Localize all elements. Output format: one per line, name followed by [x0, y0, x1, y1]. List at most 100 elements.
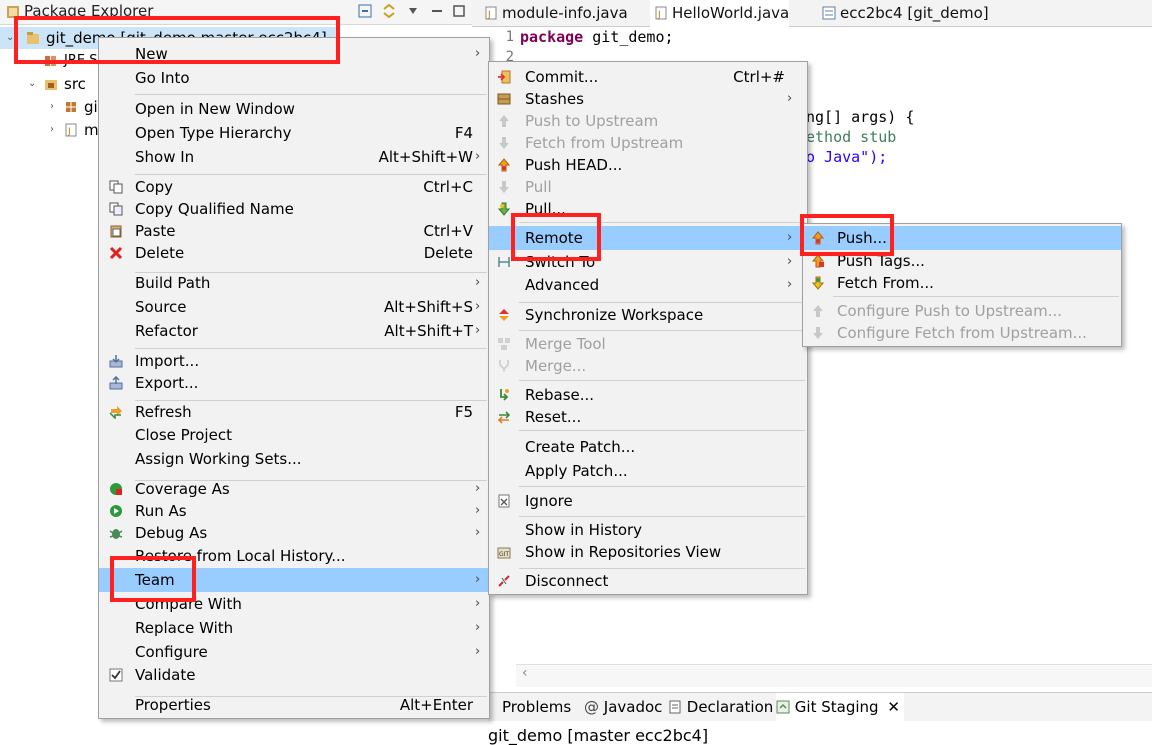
tab-commit[interactable]: ecc2bc4 [git_demo]	[818, 0, 989, 26]
tab-label: Javadoc	[603, 698, 663, 716]
team-item-rebase[interactable]: Rebase...	[489, 384, 807, 406]
collapse-all-icon[interactable]	[358, 4, 372, 18]
menu-item-run-as[interactable]: Run As ›	[99, 500, 489, 522]
package-label: gi	[84, 98, 98, 116]
menu-item-assign-working-sets[interactable]: Assign Working Sets...	[99, 448, 489, 470]
team-item-pull[interactable]: Pull	[489, 176, 807, 198]
menu-item-replace-with[interactable]: Replace With ›	[99, 617, 489, 639]
synchronize-icon	[499, 309, 509, 321]
remote-item-configure-fetch[interactable]: Configure Fetch from Upstream...	[803, 322, 1121, 344]
tab-module-info[interactable]: J module-info.java	[480, 0, 628, 26]
tab-javadoc[interactable]: @ Javadoc	[584, 693, 662, 721]
team-item-disconnect[interactable]: Disconnect	[489, 570, 807, 592]
team-item-merge[interactable]: Merge...	[489, 355, 807, 377]
tab-label: Git Staging	[794, 698, 879, 716]
pull-icon	[497, 202, 511, 216]
copy-icon	[109, 180, 123, 194]
merge-tool-icon	[498, 338, 510, 350]
team-item-push-head[interactable]: Push HEAD...	[489, 154, 807, 176]
team-item-push-upstream[interactable]: Push to Upstream	[489, 110, 807, 132]
menu-label: Merge...	[525, 357, 587, 375]
menu-shortcut: Ctrl+C	[423, 178, 473, 196]
java-file-icon: J	[65, 123, 77, 137]
submenu-arrow-icon: ›	[475, 644, 481, 659]
editor-hscrollbar[interactable]: ‹	[516, 664, 1152, 687]
tree-row-src[interactable]: ⌄ src	[0, 73, 100, 95]
menu-item-debug-as[interactable]: Debug As ›	[99, 522, 489, 544]
menu-label: Refactor	[135, 322, 198, 340]
team-item-commit[interactable]: Commit... Ctrl+#	[489, 66, 807, 88]
menu-label: Copy	[135, 178, 174, 196]
scroll-left-icon[interactable]: ‹	[522, 665, 528, 681]
menu-item-go-into[interactable]: Go Into	[99, 67, 489, 89]
menu-item-build-path[interactable]: Build Path ›	[99, 272, 489, 294]
tree-row-module[interactable]: › J m	[0, 119, 100, 141]
minimize-icon[interactable]	[430, 4, 444, 18]
tree-row-package[interactable]: › gi	[0, 96, 100, 118]
menu-label: Paste	[135, 222, 176, 240]
team-item-merge-tool[interactable]: Merge Tool	[489, 333, 807, 355]
menu-item-paste[interactable]: Paste Ctrl+V	[99, 220, 489, 242]
code-comment: ethod stub	[806, 128, 897, 146]
submenu-arrow-icon: ›	[475, 572, 481, 587]
menu-item-copy[interactable]: Copy Ctrl+C	[99, 176, 489, 198]
menu-item-close-project[interactable]: Close Project	[99, 424, 489, 446]
tab-declaration[interactable]: Declaration	[668, 693, 773, 721]
menu-label: Fetch From...	[837, 274, 934, 292]
collapse-arrow-icon[interactable]: ›	[50, 96, 60, 118]
menu-shortcut: F5	[454, 403, 473, 421]
view-menu-icon[interactable]	[406, 4, 420, 18]
menu-separator	[519, 486, 805, 487]
merge-icon	[499, 360, 509, 372]
tab-git-staging[interactable]: Git Staging ✕	[776, 693, 904, 721]
menu-item-configure[interactable]: Configure ›	[99, 641, 489, 663]
team-item-advanced[interactable]: Advanced ›	[489, 274, 807, 296]
team-item-show-history[interactable]: Show in History	[489, 519, 807, 541]
menu-item-open-new-window[interactable]: Open in New Window	[99, 98, 489, 120]
menu-label: Validate	[135, 666, 196, 684]
menu-item-import[interactable]: Import...	[99, 350, 489, 372]
svg-text:J: J	[657, 10, 661, 20]
tab-problems[interactable]: Problems	[502, 693, 571, 721]
team-item-fetch-upstream[interactable]: Fetch from Upstream	[489, 132, 807, 154]
team-item-apply-patch[interactable]: Apply Patch...	[489, 460, 807, 482]
team-item-stashes[interactable]: Stashes ›	[489, 88, 807, 110]
menu-item-validate[interactable]: Validate	[99, 664, 489, 686]
menu-separator	[519, 380, 805, 381]
team-submenu: Commit... Ctrl+# Stashes › Push to Upstrea…	[488, 61, 808, 595]
pull-icon	[499, 181, 509, 193]
menu-item-delete[interactable]: Delete Delete	[99, 242, 489, 264]
maximize-icon[interactable]	[452, 4, 466, 18]
ignore-icon	[498, 494, 510, 508]
remote-item-fetch-from[interactable]: Fetch From...	[803, 272, 1121, 294]
remote-item-configure-push[interactable]: Configure Push to Upstream...	[803, 300, 1121, 322]
menu-label: Fetch from Upstream	[525, 134, 684, 152]
menu-item-properties[interactable]: Properties Alt+Enter	[99, 694, 489, 716]
link-editor-icon[interactable]	[382, 4, 396, 18]
team-item-create-patch[interactable]: Create Patch...	[489, 436, 807, 458]
menu-shortcut: Alt+Shift+S	[383, 298, 473, 316]
team-item-reset[interactable]: Reset...	[489, 406, 807, 428]
team-item-synchronize[interactable]: Synchronize Workspace	[489, 304, 807, 326]
submenu-arrow-icon: ›	[787, 230, 793, 245]
menu-label: Rebase...	[525, 386, 595, 404]
menu-label: Pull	[525, 178, 552, 196]
menu-item-source[interactable]: Source Alt+Shift+S ›	[99, 296, 489, 318]
collapse-arrow-icon[interactable]: ›	[50, 119, 60, 141]
context-menu: New › Go Into Open in New Window Open Typ…	[98, 37, 490, 719]
team-item-show-repositories[interactable]: GIT Show in Repositories View	[489, 541, 807, 563]
tab-helloworld[interactable]: J HelloWorld.java	[650, 0, 790, 27]
team-item-ignore[interactable]: Ignore	[489, 490, 807, 512]
menu-label: Stashes	[525, 90, 584, 108]
menu-item-export[interactable]: Export...	[99, 372, 489, 394]
menu-item-open-type-hierarchy[interactable]: Open Type Hierarchy F4	[99, 122, 489, 144]
close-icon[interactable]: ✕	[887, 698, 900, 716]
menu-shortcut: Ctrl+#	[733, 68, 785, 86]
menu-separator	[135, 348, 487, 349]
menu-item-refresh[interactable]: Refresh F5	[99, 401, 489, 423]
menu-item-coverage-as[interactable]: Coverage As ›	[99, 478, 489, 500]
menu-item-show-in[interactable]: Show In Alt+Shift+W ›	[99, 146, 489, 168]
expand-arrow-icon[interactable]: ⌄	[28, 73, 38, 95]
menu-item-refactor[interactable]: Refactor Alt+Shift+T ›	[99, 320, 489, 342]
menu-item-copy-qualified-name[interactable]: Copy Qualified Name	[99, 198, 489, 220]
